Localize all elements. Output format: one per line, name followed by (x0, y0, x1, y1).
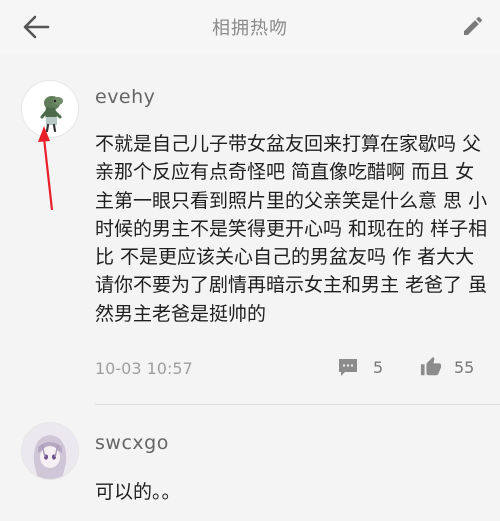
like-button[interactable]: 55 (420, 356, 474, 378)
page-title: 相拥热吻 (212, 18, 288, 39)
edit-button[interactable] (458, 11, 488, 41)
like-count: 55 (454, 357, 475, 377)
comment-bubble-icon (339, 359, 357, 376)
comment-content: 不就是自己儿子带女盆友回来打算在家歇吗 父亲那个反应有点奇怪吧 简直像吃醋啊 而… (95, 133, 488, 325)
top-bar: 相拥热吻 (0, 0, 500, 54)
comment-meta: 10-03 10:57 5 55 (95, 356, 485, 383)
comment-divider (95, 404, 500, 405)
thumbs-up-icon (420, 356, 442, 376)
comment-item: evehy 不就是自己儿子带女盆友回来打算在家歇吗 父亲那个反应有点奇怪吧 简直… (0, 72, 500, 392)
dinosaur-avatar-icon (22, 81, 78, 137)
comment-timestamp: 10-03 10:57 (95, 359, 193, 378)
comment-username[interactable]: evehy (95, 86, 155, 108)
pencil-icon (464, 16, 483, 35)
anime-girl-avatar-icon (22, 423, 78, 479)
avatar[interactable] (21, 80, 79, 138)
comment-item: swcxgo 可以的。。 (0, 410, 500, 521)
avatar[interactable] (21, 422, 79, 480)
comment-content: 可以的。。 (95, 481, 181, 503)
reply-count: 5 (373, 358, 384, 377)
comment-username[interactable]: swcxgo (95, 432, 169, 454)
reply-button[interactable]: 5 (337, 357, 383, 378)
